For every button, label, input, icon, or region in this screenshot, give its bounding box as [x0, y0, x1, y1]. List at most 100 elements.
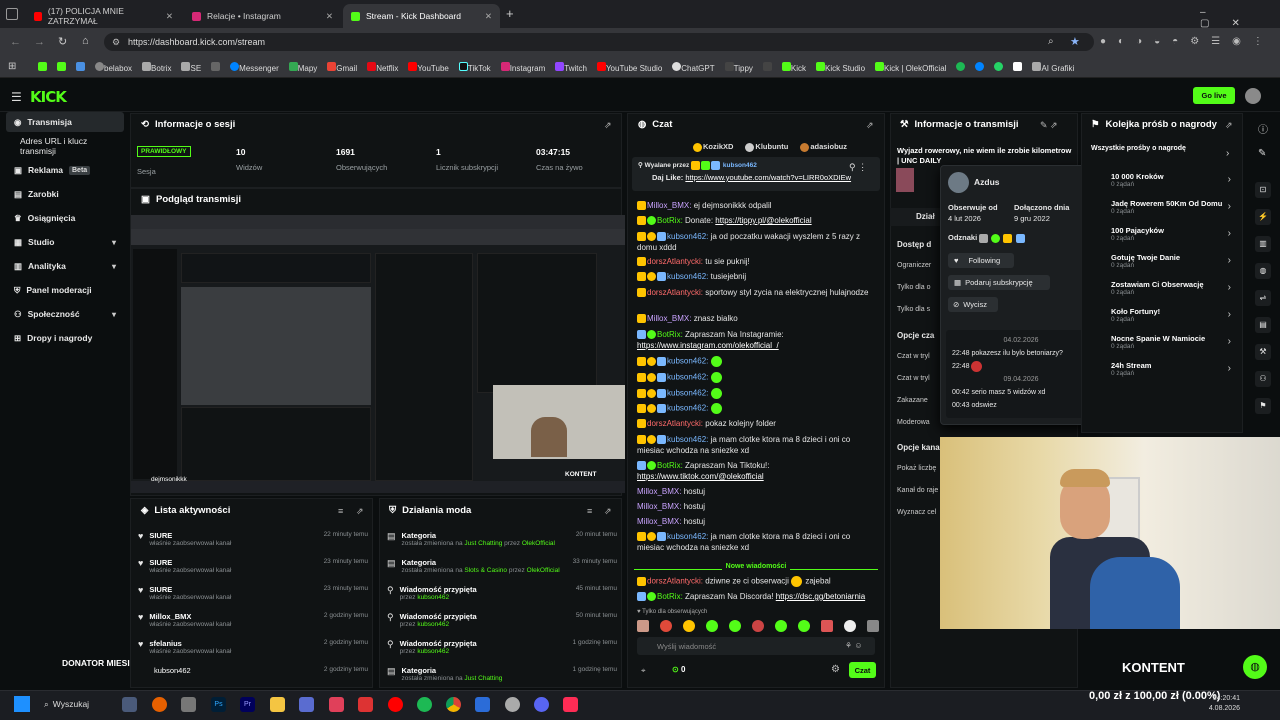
window-controls[interactable]: –▢✕ — [1200, 7, 1280, 29]
chat-input[interactable]: Wyślij wiadomość — [637, 637, 875, 655]
new-tab-button[interactable]: + — [506, 6, 514, 21]
go-live-button[interactable]: Go live — [1193, 87, 1235, 104]
reward-item[interactable]: Gotuję Twoje Danie 0 żądań › — [1111, 253, 1239, 280]
rewards-all[interactable]: Wszystkie prośby o nagrodę — [1091, 145, 1186, 152]
popout-icon[interactable]: ⇗ — [866, 120, 874, 131]
app-icon-1[interactable] — [122, 697, 137, 712]
tab-kick-dashboard[interactable]: Stream - Kick Dashboard ✕ — [343, 4, 500, 28]
top-chatter-1[interactable]: KozikXD — [693, 142, 733, 152]
bookmark-star-icon[interactable]: ★ — [1070, 35, 1080, 48]
bookmark-x[interactable] — [1013, 61, 1023, 73]
popout-icon[interactable]: ⇗ — [604, 506, 612, 517]
bookmark-belabox[interactable]: belabox — [95, 61, 132, 73]
sidebar-item-transmisja[interactable]: ◉ Transmisja — [6, 112, 124, 132]
tool-icon-5[interactable]: ⇌ — [1255, 290, 1271, 306]
bookmark-whatsapp[interactable] — [994, 61, 1004, 73]
app-icon-2[interactable] — [358, 697, 373, 712]
chevron-right-icon[interactable]: › — [1226, 148, 1229, 159]
close-icon[interactable]: ✕ — [485, 11, 492, 22]
reward-item[interactable]: Nocne Spanie W Namiocie 0 żądań › — [1111, 334, 1239, 361]
tab-instagram[interactable]: Relacje • Instagram ✕ — [184, 4, 341, 28]
reward-item[interactable]: 24h Stream 0 żądań › — [1111, 361, 1239, 388]
bookmark-kick-olek[interactable]: Kick | OlekOfficial — [875, 61, 946, 73]
chat-send-button[interactable]: Czat — [849, 662, 876, 678]
filter-icon[interactable]: ≡ — [587, 506, 592, 516]
pinned-message[interactable]: ⚲ Wyalane przez kubson462 Daj Like: http… — [632, 157, 880, 191]
tool-icon-9[interactable]: ⚑ — [1255, 398, 1271, 414]
tool-icon-3[interactable]: ▥ — [1255, 236, 1271, 252]
spotify-icon[interactable] — [417, 697, 432, 712]
bookmark-se[interactable]: SE — [181, 61, 201, 73]
chrome-icon[interactable] — [446, 697, 461, 712]
points-display[interactable]: ⊙ 0 — [672, 665, 685, 674]
folder-icon[interactable] — [270, 697, 285, 712]
new-messages-divider[interactable]: Nowe wiadomości — [634, 560, 878, 570]
top-chatter-3[interactable]: adasiobuz — [800, 142, 847, 152]
bookmark-kick-2[interactable] — [57, 61, 66, 73]
popout-icon[interactable]: ⇗ — [356, 506, 364, 517]
filter-icon[interactable]: ≡ — [338, 506, 343, 516]
reward-item[interactable]: 100 Pajacyków 0 żądań › — [1111, 226, 1239, 253]
pin-close-icon[interactable]: ⚲ ⋮ — [849, 162, 867, 173]
tool-icon-7[interactable]: ⚒ — [1255, 344, 1271, 360]
windows-start-icon[interactable] — [14, 696, 30, 712]
discord-icon[interactable] — [534, 697, 549, 712]
reload-icon[interactable]: ↻ — [58, 35, 67, 48]
edit-icon[interactable]: ✎ ⇗ — [1040, 120, 1058, 131]
popout-icon[interactable]: ⇗ — [604, 120, 612, 131]
bookmark-youtube[interactable]: YouTube — [408, 61, 449, 73]
app-icon-3[interactable] — [475, 697, 490, 712]
photoshop-icon[interactable]: Ps — [211, 697, 226, 712]
bookmark-gmail[interactable]: Gmail — [327, 61, 357, 73]
avatar[interactable] — [1245, 88, 1261, 104]
tool-icon-1[interactable]: ⊡ — [1255, 182, 1271, 198]
firefox-icon[interactable] — [152, 697, 167, 712]
emoji-icon[interactable]: ⚘ ☺ — [845, 641, 863, 650]
apps-icon[interactable]: ⊞ — [8, 61, 16, 72]
forward-icon[interactable]: → — [34, 36, 45, 48]
bookmark-spotify[interactable] — [956, 61, 966, 73]
sidebar-item-panel-moderacji[interactable]: ⛨ Panel moderacji — [6, 280, 124, 300]
app-icon-red[interactable] — [329, 697, 344, 712]
reward-item[interactable]: 10 000 Kroków 0 żądań › — [1111, 172, 1239, 199]
gear-icon[interactable]: ⚙ — [831, 664, 840, 675]
close-icon[interactable]: ✕ — [166, 11, 173, 22]
sidebar-item-stream-key[interactable]: Adres URL i klucz transmisji — [6, 136, 124, 156]
reward-item[interactable]: Koło Fortuny! 0 żądań › — [1111, 307, 1239, 334]
youtube-app-icon[interactable] — [388, 697, 403, 712]
kick-logo[interactable]: KICK — [30, 88, 67, 106]
home-icon[interactable]: ⌂ — [82, 35, 89, 47]
sidebar-item-spolecznosc[interactable]: ⚇ Społeczność ▾ — [6, 304, 124, 324]
chat-bubble-icon[interactable]: ◍ — [1243, 655, 1267, 679]
sidebar-item-dropy[interactable]: ⊞ Dropy i nagrody — [6, 328, 124, 348]
bookmark-kick-studio[interactable]: Kick Studio — [816, 61, 865, 73]
bookmark-download[interactable] — [211, 61, 221, 73]
bookmark-tippy[interactable]: Tippy — [724, 61, 753, 73]
url-field[interactable]: https://dashboard.kick.com/stream — [104, 33, 1094, 51]
pencil-icon[interactable]: ✎ — [1258, 148, 1266, 159]
bookmark-messenger[interactable]: Messenger — [230, 61, 279, 73]
extension-icons[interactable]: ●◐◑◒◓⚙☰◉⋮ — [1100, 36, 1275, 47]
reward-item[interactable]: Zostawiam Ci Obserwację 0 żądań › — [1111, 280, 1239, 307]
sidebar-item-osiagniecia[interactable]: ♛ Osiągnięcia — [6, 208, 124, 228]
tool-icon-4[interactable]: ◍ — [1255, 263, 1271, 279]
mute-button[interactable]: ⊘ Wycisz — [948, 297, 998, 312]
reward-item[interactable]: Jadę Rowerem 50Km Od Domu 0 żądań › — [1111, 199, 1239, 226]
bookmark-kick[interactable]: Kick — [781, 61, 806, 73]
bookmark-chatgpt[interactable]: ChatGPT — [672, 61, 715, 73]
gift-sub-button[interactable]: ▦ Podaruj subskrypcję — [948, 275, 1050, 290]
menu-icon[interactable]: ☰ — [11, 90, 22, 104]
bookmark-ai-grafiki[interactable]: AI Grafiki — [1032, 61, 1074, 73]
taskbar-search[interactable]: ⌕ Wyszukaj — [44, 695, 108, 713]
bookmark-tip[interactable] — [762, 61, 772, 73]
tool-icon-2[interactable]: ⚡ — [1255, 209, 1271, 225]
tab-search-icon[interactable] — [6, 8, 18, 20]
sidebar-item-studio[interactable]: ▦ Studio ▾ — [6, 232, 124, 252]
chat-settings-icon[interactable]: ⌖ — [641, 666, 646, 676]
popout-icon[interactable]: ⇗ — [1225, 120, 1233, 131]
tool-icon-8[interactable]: ⚇ — [1255, 371, 1271, 387]
info-icon[interactable]: ⓘ — [1258, 121, 1268, 136]
tool-icon-6[interactable]: ▤ — [1255, 317, 1271, 333]
sidebar-item-zarobki[interactable]: ▤ Zarobki — [6, 184, 124, 204]
explorer-icon[interactable] — [181, 697, 196, 712]
